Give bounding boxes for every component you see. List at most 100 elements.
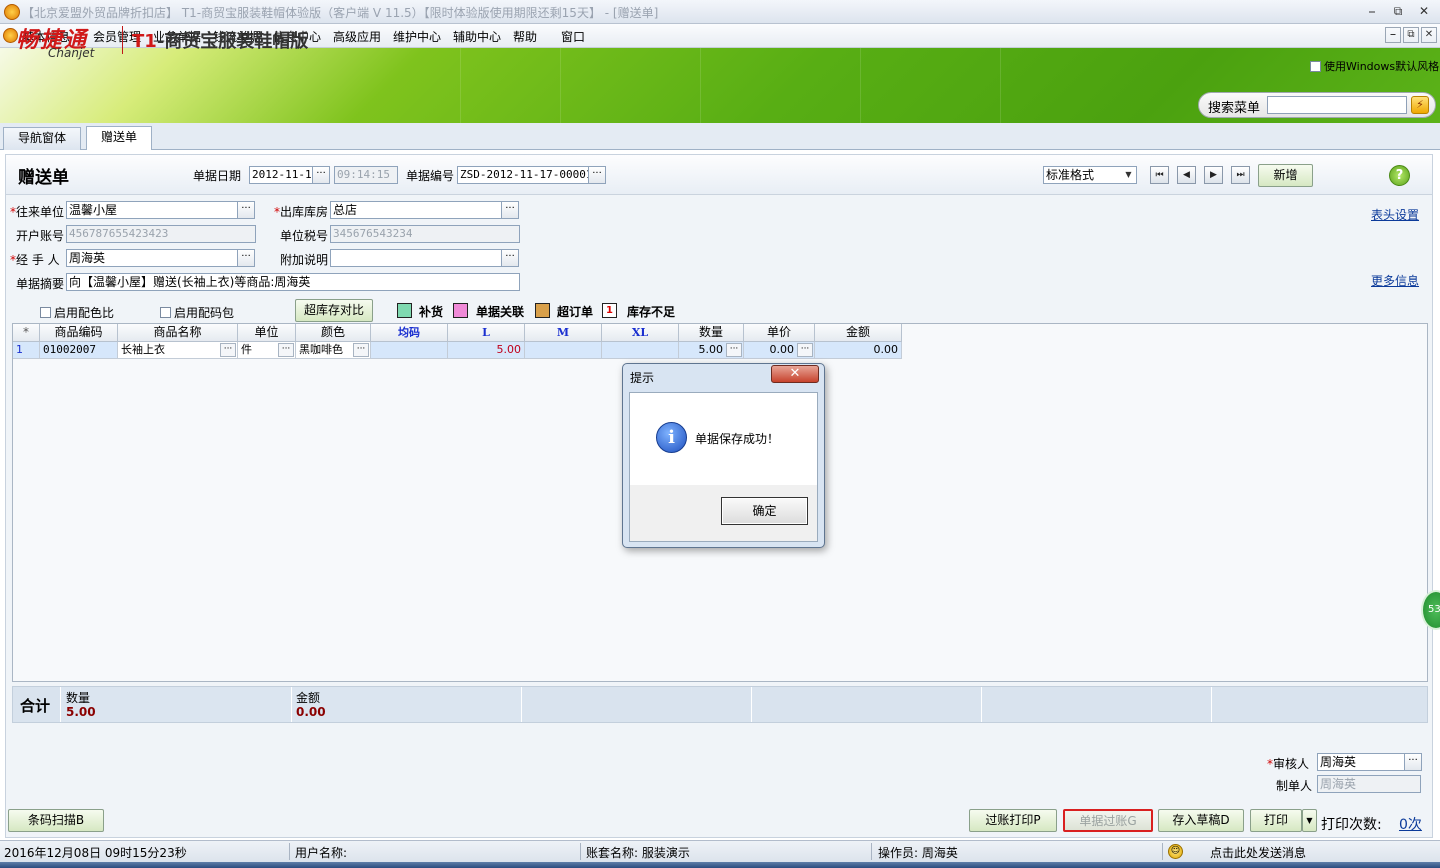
grid-header-size-m[interactable]: M bbox=[525, 324, 602, 342]
last-record-button[interactable]: ⏭ bbox=[1231, 166, 1250, 184]
size-pack-option[interactable]: 启用配码包 bbox=[160, 304, 234, 321]
menu-search-input[interactable] bbox=[1267, 96, 1407, 114]
grid-header-price[interactable]: 单价 bbox=[744, 324, 815, 342]
partner-field[interactable]: 温馨小屋 bbox=[66, 201, 238, 219]
cell-unit-picker[interactable]: ··· bbox=[278, 343, 294, 357]
more-info-link[interactable]: 更多信息 bbox=[1371, 272, 1419, 289]
mdi-restore-button[interactable]: ⧉ bbox=[1403, 27, 1419, 43]
mdi-minimize-button[interactable]: ⎯ bbox=[1385, 27, 1401, 43]
grid-header-size-l[interactable]: L bbox=[448, 324, 525, 342]
new-button[interactable]: 新增 bbox=[1258, 164, 1313, 187]
status-send-message[interactable]: 点击此处发送消息 bbox=[1210, 844, 1306, 861]
date-field[interactable]: 2012-11-17 bbox=[249, 166, 313, 184]
dialog-close-button[interactable]: ✕ bbox=[771, 365, 819, 383]
menu-maintenance[interactable]: 维护中心 bbox=[393, 28, 441, 45]
tab-gift-order[interactable]: 赠送单 bbox=[86, 126, 153, 150]
grid-header-size-xl[interactable]: XL bbox=[602, 324, 679, 342]
post-print-button[interactable]: 过账打印P bbox=[969, 809, 1057, 832]
cell-price-picker[interactable]: ··· bbox=[797, 343, 813, 357]
number-field[interactable]: ZSD-2012-11-17-00001 bbox=[457, 166, 589, 184]
os-taskbar bbox=[0, 862, 1440, 868]
cell-size-free[interactable] bbox=[371, 342, 448, 359]
cell-qty-picker[interactable]: ··· bbox=[726, 343, 742, 357]
print-dropdown-button[interactable]: ▼ bbox=[1302, 809, 1317, 832]
warehouse-field[interactable]: 总店 bbox=[330, 201, 502, 219]
cell-unit[interactable]: 件 ··· bbox=[238, 342, 296, 359]
totals-qty-label: 数量 bbox=[66, 691, 91, 705]
barcode-scan-button[interactable]: 条码扫描B bbox=[8, 809, 104, 832]
cell-name[interactable]: 长袖上衣 ··· bbox=[118, 342, 238, 359]
grid-header-size-free[interactable]: 均码 bbox=[371, 324, 448, 342]
cell-amount[interactable]: 0.00 bbox=[815, 342, 902, 359]
cell-color-picker[interactable]: ··· bbox=[353, 343, 369, 357]
partner-picker-button[interactable]: ··· bbox=[237, 201, 255, 219]
brand-separator bbox=[122, 26, 123, 54]
note-picker-button[interactable]: ··· bbox=[501, 249, 519, 267]
status-operator: 操作员: 周海英 bbox=[878, 846, 958, 860]
warehouse-picker-button[interactable]: ··· bbox=[501, 201, 519, 219]
status-account-set: 账套名称: 服装演示 bbox=[586, 846, 690, 860]
first-record-button[interactable]: ⏮ bbox=[1150, 166, 1169, 184]
print-count-value[interactable]: 0次 bbox=[1399, 814, 1422, 834]
restore-button[interactable]: ⧉ bbox=[1388, 3, 1408, 20]
handler-field[interactable]: 周海英 bbox=[66, 249, 238, 267]
windows-style-option[interactable]: 使用Windows默认风格 bbox=[1310, 58, 1439, 74]
size-pack-checkbox[interactable] bbox=[160, 307, 171, 318]
grid-header-amount[interactable]: 金额 bbox=[815, 324, 902, 342]
note-field[interactable] bbox=[330, 249, 502, 267]
totals-amount-label: 金额 bbox=[296, 691, 321, 705]
cell-price-text: 0.00 bbox=[769, 343, 795, 356]
windows-style-checkbox[interactable] bbox=[1310, 60, 1321, 72]
lightning-icon[interactable]: ⚡ bbox=[1411, 96, 1429, 114]
cell-code[interactable]: 01002007 bbox=[40, 342, 118, 359]
cell-name-picker[interactable]: ··· bbox=[220, 343, 236, 357]
date-picker-button[interactable]: ··· bbox=[312, 166, 330, 184]
print-button[interactable]: 打印 bbox=[1250, 809, 1302, 832]
cell-size-xl[interactable] bbox=[602, 342, 679, 359]
color-ratio-label: 启用配色比 bbox=[54, 306, 115, 320]
auditor-picker-button[interactable]: ··· bbox=[1404, 753, 1422, 771]
mdi-close-button[interactable]: ✕ bbox=[1421, 27, 1437, 43]
legend-swatch-linked bbox=[453, 303, 468, 318]
cell-size-m[interactable] bbox=[525, 342, 602, 359]
auditor-field[interactable]: 周海英 bbox=[1317, 753, 1405, 771]
cell-qty[interactable]: 5.00 ··· bbox=[679, 342, 744, 359]
cell-size-l[interactable]: 5.00 bbox=[448, 342, 525, 359]
over-stock-compare-button[interactable]: 超库存对比 bbox=[295, 299, 373, 322]
ok-button[interactable]: 确定 bbox=[721, 497, 808, 525]
banner-stripe bbox=[560, 48, 620, 123]
header-settings-link[interactable]: 表头设置 bbox=[1371, 206, 1419, 223]
handler-picker-button[interactable]: ··· bbox=[237, 249, 255, 267]
close-button[interactable]: ✕ bbox=[1414, 3, 1434, 20]
prev-record-button[interactable]: ◀ bbox=[1177, 166, 1196, 184]
summary-field[interactable]: 向【温馨小屋】赠送(长袖上衣)等商品:周海英 bbox=[66, 273, 520, 291]
grid-header-code[interactable]: 商品编码 bbox=[40, 324, 118, 342]
totals-empty-cell bbox=[751, 687, 981, 722]
post-button[interactable]: 单据过账G bbox=[1063, 809, 1153, 832]
cell-price[interactable]: 0.00 ··· bbox=[744, 342, 815, 359]
color-ratio-option[interactable]: 启用配色比 bbox=[40, 304, 114, 321]
number-button[interactable]: ··· bbox=[588, 166, 606, 184]
auditor-label: *审核人 bbox=[1267, 755, 1309, 772]
menu-assist[interactable]: 辅助中心 bbox=[453, 28, 501, 45]
grid-header-color[interactable]: 颜色 bbox=[296, 324, 371, 342]
color-ratio-checkbox[interactable] bbox=[40, 307, 51, 318]
cell-unit-text: 件 bbox=[241, 343, 252, 356]
cell-color[interactable]: 黑咖啡色 ··· bbox=[296, 342, 371, 359]
menu-help[interactable]: 帮助 bbox=[513, 28, 537, 45]
handler-label: *经 手 人 bbox=[10, 251, 60, 268]
account-field: 456787655423423 bbox=[66, 225, 256, 243]
grid-header-qty[interactable]: 数量 bbox=[679, 324, 744, 342]
banner-stripe bbox=[460, 48, 520, 123]
help-icon[interactable]: ? bbox=[1389, 165, 1410, 186]
menu-advanced[interactable]: 高级应用 bbox=[333, 28, 381, 45]
chevron-down-icon[interactable]: ▼ bbox=[1121, 167, 1136, 183]
save-draft-button[interactable]: 存入草稿D bbox=[1158, 809, 1244, 832]
grid-header-unit[interactable]: 单位 bbox=[238, 324, 296, 342]
tab-navigation[interactable]: 导航窗体 bbox=[3, 127, 82, 150]
menu-window[interactable]: 窗口 bbox=[561, 28, 585, 45]
next-record-button[interactable]: ▶ bbox=[1204, 166, 1223, 184]
grid-header-name[interactable]: 商品名称 bbox=[118, 324, 238, 342]
minimize-button[interactable]: ⎯ bbox=[1362, 3, 1382, 20]
status-datetime: 2016年12月08日 09时15分23秒 bbox=[4, 846, 187, 860]
